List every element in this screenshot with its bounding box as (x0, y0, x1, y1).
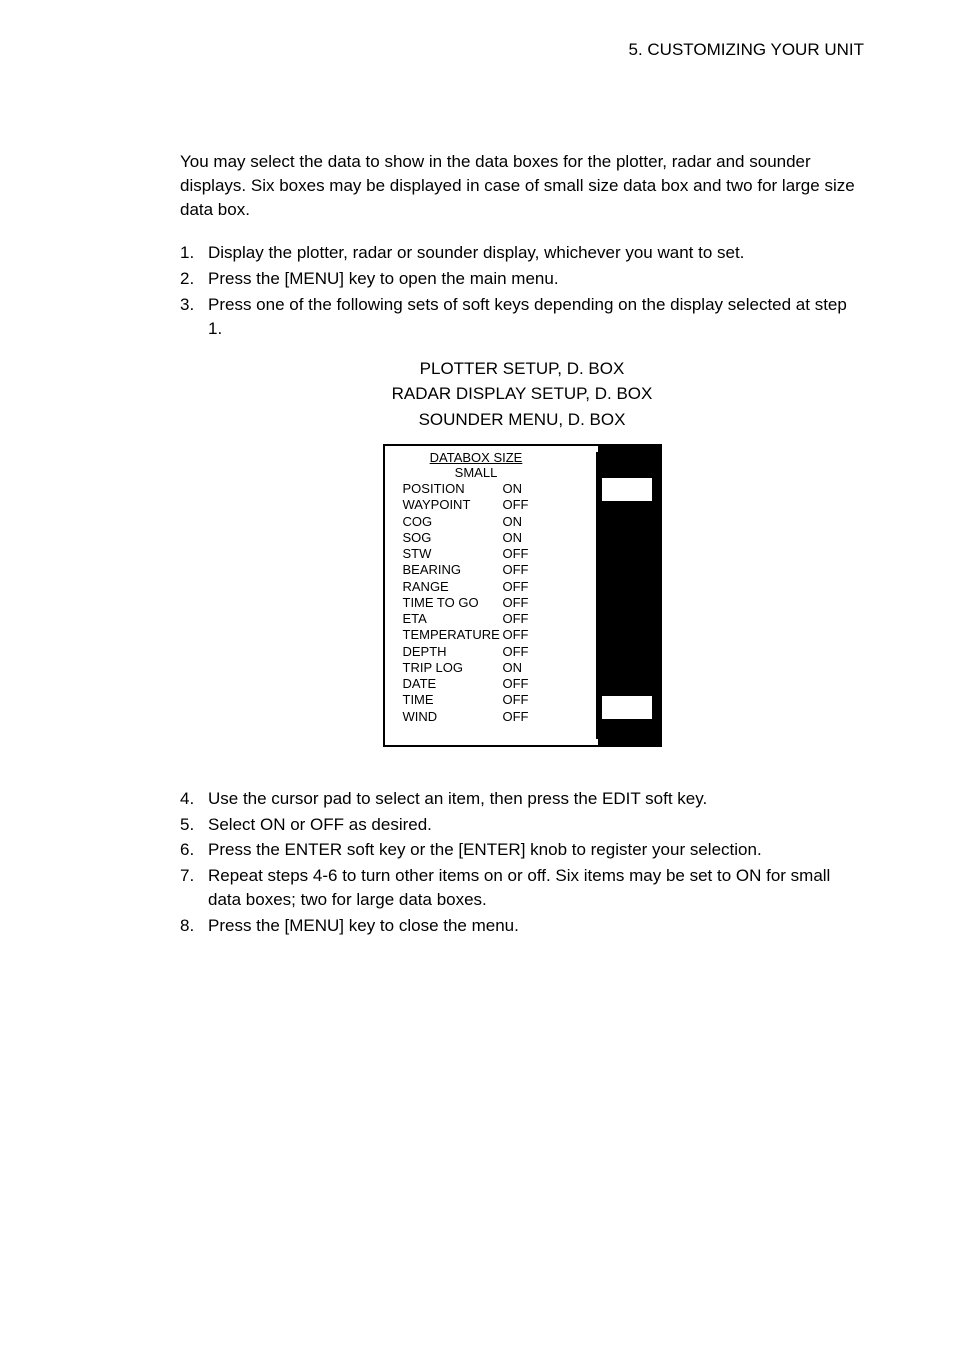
item-value: ON (503, 514, 598, 530)
item-label: STW (403, 546, 503, 562)
item-value: OFF (503, 595, 598, 611)
step-num: 7. (180, 864, 208, 912)
databox-size: SMALL (385, 465, 598, 480)
step-num: 3. (180, 293, 208, 341)
item-value: OFF (503, 709, 598, 725)
step-text: Press the [MENU] key to open the main me… (208, 267, 864, 291)
softkey-panel (598, 446, 660, 745)
item-value: ON (503, 481, 598, 497)
item-value: ON (503, 530, 598, 546)
step-num: 6. (180, 838, 208, 862)
item-label: DATE (403, 676, 503, 692)
item-label: COG (403, 514, 503, 530)
databox-title: DATABOX SIZE (385, 450, 598, 465)
item-label: SOG (403, 530, 503, 546)
step-num: 2. (180, 267, 208, 291)
steps-list-2: 4.Use the cursor pad to select an item, … (180, 787, 864, 938)
step-text: Press one of the following sets of soft … (208, 293, 864, 341)
item-value: OFF (503, 562, 598, 578)
softkey-top[interactable] (600, 476, 654, 503)
step-text: Press the [MENU] key to close the menu. (208, 914, 864, 938)
item-label: RANGE (403, 579, 503, 595)
item-label: WIND (403, 709, 503, 725)
step-num: 1. (180, 241, 208, 265)
intro-text: You may select the data to show in the d… (180, 150, 864, 221)
step-num: 5. (180, 813, 208, 837)
setup-line-3: SOUNDER MENU, D. BOX (180, 407, 864, 433)
item-label: WAYPOINT (403, 497, 503, 513)
item-value: OFF (503, 497, 598, 513)
page-header: 5. CUSTOMIZING YOUR UNIT (180, 40, 864, 60)
step-text: Use the cursor pad to select an item, th… (208, 787, 864, 811)
setup-line-1: PLOTTER SETUP, D. BOX (180, 356, 864, 382)
databox-screen: DATABOX SIZE SMALL POSITIONON WAYPOINTOF… (383, 444, 662, 747)
step-text: Repeat steps 4-6 to turn other items on … (208, 864, 864, 912)
setup-lines: PLOTTER SETUP, D. BOX RADAR DISPLAY SETU… (180, 356, 864, 433)
item-value: ON (503, 660, 598, 676)
item-value: OFF (503, 692, 598, 708)
databox-items: POSITIONON WAYPOINTOFF COGON SOGON STWOF… (385, 481, 598, 725)
softkey-bottom[interactable] (600, 694, 654, 721)
item-value: OFF (503, 627, 598, 643)
item-label: ETA (403, 611, 503, 627)
item-label: DEPTH (403, 644, 503, 660)
item-label: BEARING (403, 562, 503, 578)
item-value: OFF (503, 644, 598, 660)
step-text: Select ON or OFF as desired. (208, 813, 864, 837)
item-label: TEMPERATURE (403, 627, 503, 643)
step-text: Press the ENTER soft key or the [ENTER] … (208, 838, 864, 862)
step-text: Display the plotter, radar or sounder di… (208, 241, 864, 265)
item-value: OFF (503, 676, 598, 692)
item-value: OFF (503, 611, 598, 627)
item-label: TRIP LOG (403, 660, 503, 676)
setup-line-2: RADAR DISPLAY SETUP, D. BOX (180, 381, 864, 407)
item-label: POSITION (403, 481, 503, 497)
step-num: 8. (180, 914, 208, 938)
item-label: TIME TO GO (403, 595, 503, 611)
step-num: 4. (180, 787, 208, 811)
item-value: OFF (503, 546, 598, 562)
item-value: OFF (503, 579, 598, 595)
steps-list-1: 1.Display the plotter, radar or sounder … (180, 241, 864, 340)
item-label: TIME (403, 692, 503, 708)
